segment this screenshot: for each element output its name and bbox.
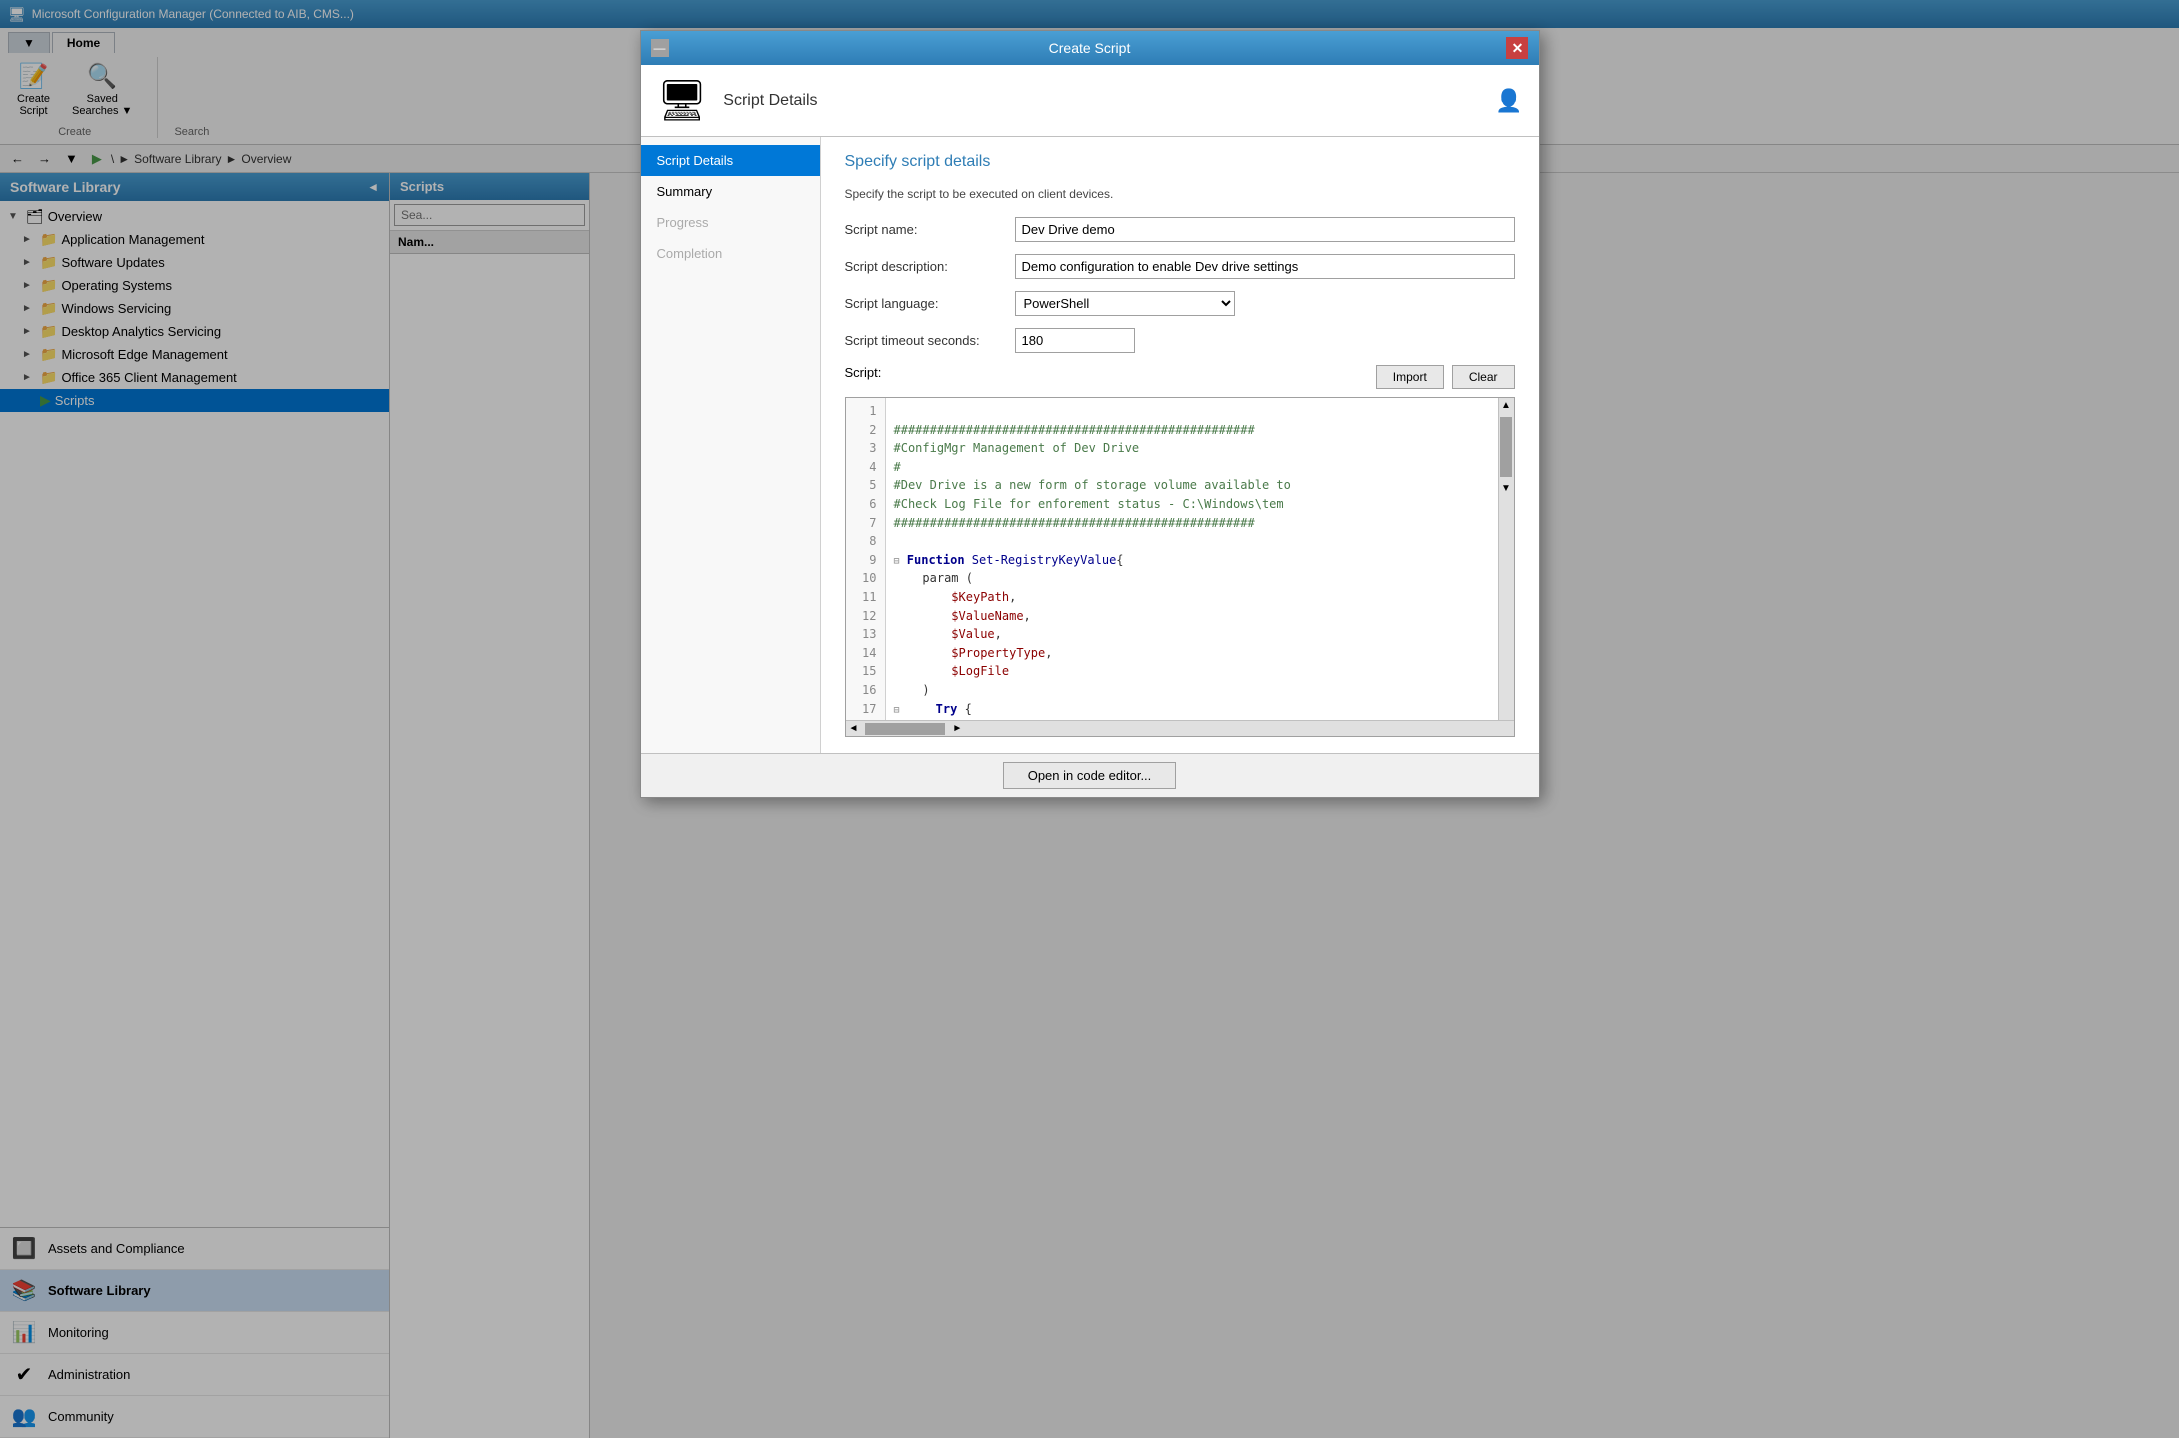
modal-create-script: — Create Script ✕ 🖥 Script Details 👤 Scr… xyxy=(640,173,1540,798)
code-content[interactable]: ########################################… xyxy=(886,398,1498,720)
wizard-step-progress: Progress xyxy=(641,207,820,238)
wizard-content-subtitle: Specify the script to be executed on cli… xyxy=(845,187,1515,201)
wizard-nav: Script Details Summary Progress Completi… xyxy=(641,173,821,753)
code-scroll-horizontal[interactable]: ◄ ► xyxy=(846,720,1514,736)
scroll-right-arrow[interactable]: ► xyxy=(949,723,965,734)
form-row-script-name: Script name: xyxy=(845,217,1515,242)
modal-footer: Open in code editor... xyxy=(641,753,1539,797)
import-button[interactable]: Import xyxy=(1376,365,1444,389)
script-lang-label: Script language: xyxy=(845,296,1005,311)
scroll-up-arrow[interactable]: ▲ xyxy=(1499,398,1513,413)
clear-button[interactable]: Clear xyxy=(1452,365,1515,389)
scroll-thumb-v[interactable] xyxy=(1500,417,1512,477)
line-numbers: 123456789101112131415161718 xyxy=(846,398,886,720)
form-row-script-desc: Script description: xyxy=(845,254,1515,279)
script-name-label: Script name: xyxy=(845,222,1005,237)
script-desc-input[interactable] xyxy=(1015,254,1515,279)
modal-body: Script Details Summary Progress Completi… xyxy=(641,173,1539,753)
script-section-label: Script: xyxy=(845,365,882,389)
script-timeout-input[interactable] xyxy=(1015,328,1135,353)
code-scroll-vertical[interactable]: ▲ ▼ xyxy=(1498,398,1514,720)
script-actions-bar: Script: Import Clear xyxy=(845,365,1515,389)
code-editor-body: 123456789101112131415161718 ############… xyxy=(846,398,1514,720)
script-desc-label: Script description: xyxy=(845,259,1005,274)
code-editor: 123456789101112131415161718 ############… xyxy=(845,397,1515,737)
script-lang-select[interactable]: PowerShell VBScript xyxy=(1015,291,1235,316)
wizard-content: Specify script details Specify the scrip… xyxy=(821,173,1539,753)
scroll-down-arrow[interactable]: ▼ xyxy=(1499,481,1513,496)
open-code-editor-button[interactable]: Open in code editor... xyxy=(1003,762,1177,789)
app-container: 🖥 Microsoft Configuration Manager (Conne… xyxy=(0,0,2179,1438)
scroll-thumb-h[interactable] xyxy=(865,723,945,735)
script-timeout-label: Script timeout seconds: xyxy=(845,333,1005,348)
main-area: Software Library ◄ ▼ 🗂 Overview ► 📁 Appl… xyxy=(0,173,2179,1438)
form-row-script-timeout: Script timeout seconds: xyxy=(845,328,1515,353)
wizard-step-completion: Completion xyxy=(641,238,820,269)
script-name-input[interactable] xyxy=(1015,217,1515,242)
modal-overlay: — Create Script ✕ 🖥 Script Details 👤 Scr… xyxy=(0,173,2179,1438)
form-row-script-lang: Script language: PowerShell VBScript xyxy=(845,291,1515,316)
scroll-left-arrow[interactable]: ◄ xyxy=(846,723,862,734)
wizard-step-summary[interactable]: Summary xyxy=(641,176,820,207)
